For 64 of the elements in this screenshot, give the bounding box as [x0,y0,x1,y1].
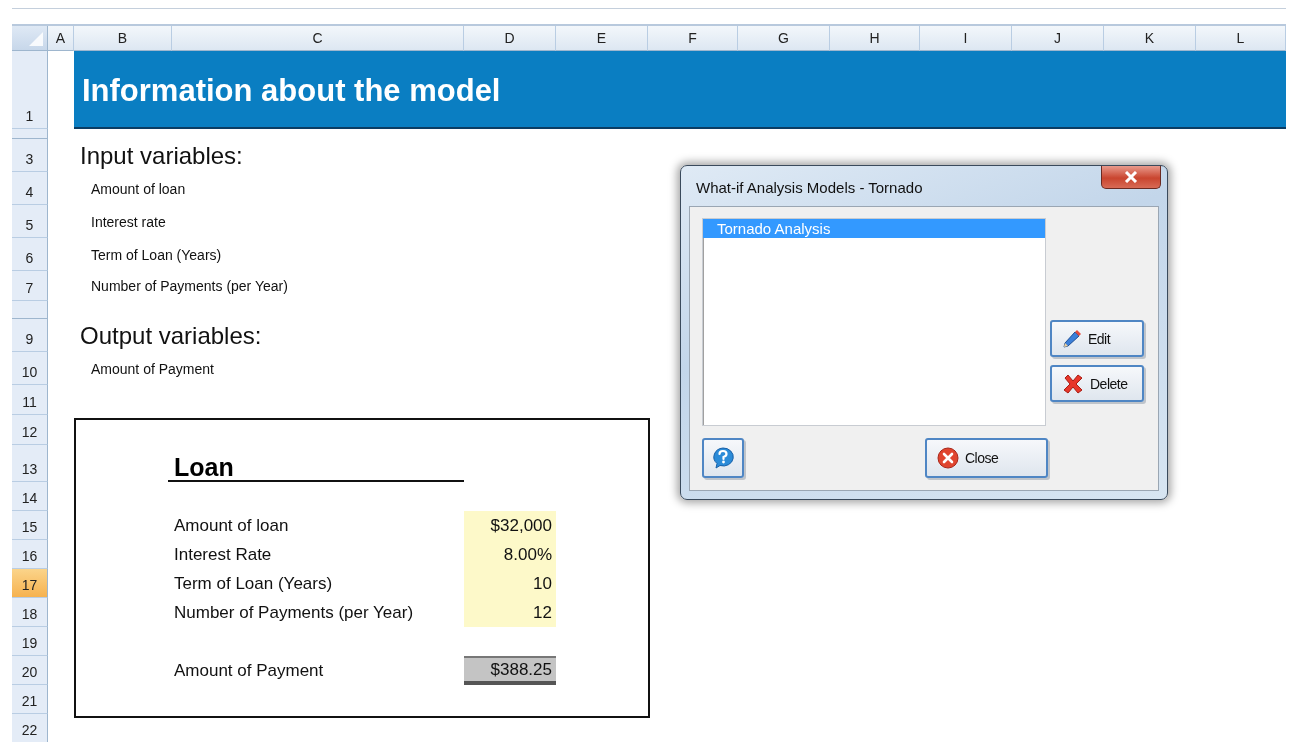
row-header[interactable]: 6 [12,238,48,271]
row-header[interactable]: 9 [12,319,48,352]
row-header[interactable]: 18 [12,598,48,627]
edit-button[interactable]: Edit [1050,320,1144,357]
row-header[interactable]: 3 [12,139,48,172]
variable-label: Number of Payments (per Year) [90,277,289,296]
loan-title: Loan [168,445,464,482]
row-header[interactable]: 12 [12,415,48,445]
row-header[interactable]: 19 [12,627,48,656]
input-cell[interactable]: 10 [464,569,556,598]
loan-label: Amount of loan [173,514,290,537]
row-header[interactable]: 15 [12,511,48,540]
column-header[interactable]: C [172,26,464,51]
cross-icon [1062,372,1084,395]
row-header[interactable]: 20 [12,656,48,685]
column-header[interactable]: D [464,26,556,51]
column-header[interactable]: G [738,26,830,51]
variable-label: Interest rate [90,212,167,232]
pencil-icon [1062,328,1082,349]
banner-title: Information about the model [74,51,1286,129]
column-header[interactable]: A [48,26,74,51]
row-header[interactable]: 17 [12,569,48,598]
column-header[interactable]: F [648,26,738,51]
row-header[interactable]: 1 [12,51,48,129]
delete-button[interactable]: Delete [1050,365,1144,402]
output-cell: $388.25 [464,656,556,685]
close-button[interactable] [1101,166,1161,189]
row-header[interactable]: 22 [12,714,48,742]
help-button[interactable] [702,438,744,478]
variable-label: Term of Loan (Years) [90,245,223,265]
collapsed-row-header[interactable] [12,129,48,139]
section-heading: Input variables: [79,141,244,171]
loan-label: Term of Loan (Years) [173,572,334,595]
close-icon [937,447,959,469]
column-header[interactable]: B [74,26,172,51]
close-button[interactable]: Close [925,438,1048,478]
input-cell[interactable]: 8.00% [464,540,556,569]
column-header[interactable]: E [556,26,648,51]
row-header[interactable]: 10 [12,352,48,385]
row-header[interactable]: 11 [12,385,48,415]
dialog-title: What-if Analysis Models - Tornado [696,177,923,196]
column-header[interactable]: J [1012,26,1104,51]
row-header[interactable]: 21 [12,685,48,714]
column-header[interactable]: H [830,26,920,51]
row-header[interactable]: 5 [12,205,48,238]
column-header[interactable]: I [920,26,1012,51]
row-header[interactable]: 16 [12,540,48,569]
section-heading: Output variables: [79,321,263,351]
column-header[interactable]: K [1104,26,1196,51]
loan-label: Amount of Payment [173,659,325,682]
collapsed-row-header[interactable] [12,301,48,319]
row-header[interactable]: 4 [12,172,48,205]
loan-label: Interest Rate [173,543,273,566]
row-header[interactable]: 7 [12,271,48,301]
input-cell[interactable]: $32,000 [464,511,556,540]
loan-label: Number of Payments (per Year) [173,601,415,624]
column-header[interactable]: L [1196,26,1286,51]
input-cell[interactable]: 12 [464,598,556,627]
variable-label: Amount of Payment [90,359,215,379]
close-icon [1124,171,1138,183]
help-icon [711,446,735,470]
row-header[interactable]: 13 [12,445,48,482]
variable-label: Amount of loan [90,179,187,199]
row-header[interactable]: 14 [12,482,48,511]
